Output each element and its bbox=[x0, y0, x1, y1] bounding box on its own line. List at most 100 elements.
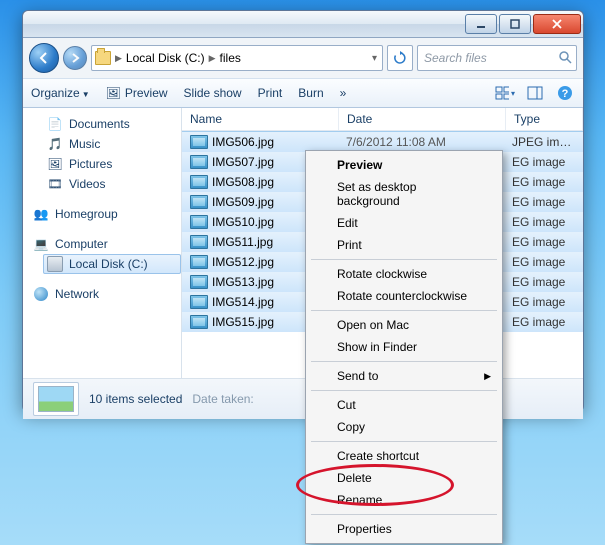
sidebar-item-videos[interactable]: 🎞Videos bbox=[43, 174, 181, 194]
file-date: 7/6/2012 11:08 AM bbox=[338, 135, 504, 149]
file-type: EG image bbox=[504, 215, 583, 229]
ctx-cut[interactable]: Cut bbox=[309, 394, 499, 416]
context-menu: Preview Set as desktop background Edit P… bbox=[305, 150, 503, 544]
sidebar: 📄Documents 🎵Music 🖼Pictures 🎞Videos 👥Hom… bbox=[23, 108, 182, 378]
ctx-separator bbox=[311, 441, 497, 442]
minimize-button[interactable] bbox=[465, 14, 497, 34]
music-icon: 🎵 bbox=[47, 136, 63, 152]
toolbar-overflow[interactable]: » bbox=[340, 86, 347, 100]
image-file-icon bbox=[190, 215, 208, 229]
ctx-create-shortcut[interactable]: Create shortcut bbox=[309, 445, 499, 467]
ctx-rename[interactable]: Rename bbox=[309, 489, 499, 511]
videos-icon: 🎞 bbox=[47, 176, 63, 192]
ctx-delete[interactable]: Delete bbox=[309, 467, 499, 489]
date-taken-label: Date taken: bbox=[192, 392, 253, 406]
ctx-copy[interactable]: Copy bbox=[309, 416, 499, 438]
image-file-icon bbox=[190, 135, 208, 149]
column-header-name[interactable]: Name bbox=[182, 108, 339, 130]
ctx-properties[interactable]: Properties bbox=[309, 518, 499, 540]
search-icon bbox=[558, 50, 572, 67]
nav-forward-button[interactable] bbox=[63, 46, 87, 70]
ctx-rotate-ccw[interactable]: Rotate counterclockwise bbox=[309, 285, 499, 307]
file-name: IMG514.jpg bbox=[212, 295, 274, 309]
column-headers: Name Date Type bbox=[182, 108, 583, 131]
sidebar-item-network[interactable]: Network bbox=[29, 284, 181, 304]
toolbar-slideshow[interactable]: Slide show bbox=[184, 86, 242, 100]
submenu-arrow-icon: ▶ bbox=[484, 371, 491, 382]
image-file-icon bbox=[190, 315, 208, 329]
sidebar-item-documents[interactable]: 📄Documents bbox=[43, 114, 181, 134]
file-name: IMG515.jpg bbox=[212, 315, 274, 329]
file-type: JPEG image bbox=[504, 135, 583, 149]
ctx-separator bbox=[311, 310, 497, 311]
documents-icon: 📄 bbox=[47, 116, 63, 132]
svg-text:?: ? bbox=[562, 88, 569, 100]
preview-pane-button[interactable] bbox=[525, 83, 545, 103]
breadcrumb-seg-disk[interactable]: Local Disk (C:) bbox=[126, 51, 205, 65]
file-row[interactable]: IMG506.jpg7/6/2012 11:08 AMJPEG image bbox=[182, 131, 583, 152]
chevron-right-icon: ▶ bbox=[113, 53, 124, 64]
ctx-separator bbox=[311, 361, 497, 362]
preview-icon: 🖼 bbox=[106, 86, 121, 100]
help-button[interactable]: ? bbox=[555, 83, 575, 103]
address-bar: ▶ Local Disk (C:) ▶ files ▾ bbox=[23, 38, 583, 78]
file-type: EG image bbox=[504, 175, 583, 189]
file-name: IMG509.jpg bbox=[212, 195, 274, 209]
image-file-icon bbox=[190, 275, 208, 289]
ctx-send-to[interactable]: Send to▶ bbox=[309, 365, 499, 387]
image-file-icon bbox=[190, 255, 208, 269]
titlebar bbox=[23, 11, 583, 38]
view-options-button[interactable]: ▾ bbox=[495, 83, 515, 103]
column-header-type[interactable]: Type bbox=[506, 108, 583, 130]
folder-icon bbox=[95, 50, 111, 66]
image-file-icon bbox=[190, 295, 208, 309]
toolbar: Organize▼ 🖼Preview Slide show Print Burn… bbox=[23, 78, 583, 108]
nav-back-button[interactable] bbox=[29, 43, 59, 73]
toolbar-burn[interactable]: Burn bbox=[298, 86, 323, 100]
breadcrumb-seg-folder[interactable]: files bbox=[220, 51, 241, 65]
sidebar-item-music[interactable]: 🎵Music bbox=[43, 134, 181, 154]
ctx-edit[interactable]: Edit bbox=[309, 212, 499, 234]
file-type: EG image bbox=[504, 235, 583, 249]
ctx-show-in-finder[interactable]: Show in Finder bbox=[309, 336, 499, 358]
chevron-down-icon[interactable]: ▾ bbox=[370, 53, 379, 64]
ctx-separator bbox=[311, 514, 497, 515]
ctx-rotate-cw[interactable]: Rotate clockwise bbox=[309, 263, 499, 285]
ctx-set-background[interactable]: Set as desktop background bbox=[309, 176, 499, 212]
breadcrumb[interactable]: ▶ Local Disk (C:) ▶ files ▾ bbox=[91, 45, 383, 71]
file-name: IMG508.jpg bbox=[212, 175, 274, 189]
disk-icon bbox=[47, 256, 63, 272]
file-type: EG image bbox=[504, 315, 583, 329]
maximize-button[interactable] bbox=[499, 14, 531, 34]
ctx-preview[interactable]: Preview bbox=[309, 154, 499, 176]
toolbar-print[interactable]: Print bbox=[258, 86, 283, 100]
image-file-icon bbox=[190, 235, 208, 249]
computer-icon: 💻 bbox=[33, 236, 49, 252]
file-name: IMG510.jpg bbox=[212, 215, 274, 229]
ctx-print[interactable]: Print bbox=[309, 234, 499, 256]
file-type: EG image bbox=[504, 295, 583, 309]
file-name: IMG511.jpg bbox=[212, 235, 273, 249]
sidebar-item-computer[interactable]: 💻Computer bbox=[29, 234, 181, 254]
file-name: IMG513.jpg bbox=[212, 275, 274, 289]
image-file-icon bbox=[190, 195, 208, 209]
close-button[interactable] bbox=[533, 14, 581, 34]
thumbnail-icon bbox=[33, 382, 79, 416]
sidebar-item-pictures[interactable]: 🖼Pictures bbox=[43, 154, 181, 174]
sidebar-item-homegroup[interactable]: 👥Homegroup bbox=[29, 204, 181, 224]
search-input[interactable] bbox=[422, 50, 554, 66]
ctx-open-on-mac[interactable]: Open on Mac bbox=[309, 314, 499, 336]
homegroup-icon: 👥 bbox=[33, 206, 49, 222]
search-box[interactable] bbox=[417, 45, 577, 71]
image-file-icon bbox=[190, 175, 208, 189]
pictures-icon: 🖼 bbox=[47, 156, 63, 172]
sidebar-item-local-disk[interactable]: Local Disk (C:) bbox=[43, 254, 181, 274]
file-name: IMG507.jpg bbox=[212, 155, 274, 169]
refresh-button[interactable] bbox=[387, 45, 413, 71]
file-type: EG image bbox=[504, 195, 583, 209]
toolbar-organize[interactable]: Organize▼ bbox=[31, 86, 90, 100]
toolbar-preview[interactable]: 🖼Preview bbox=[106, 86, 168, 100]
ctx-separator bbox=[311, 259, 497, 260]
selection-count: 10 items selected bbox=[89, 392, 182, 406]
column-header-date[interactable]: Date bbox=[339, 108, 506, 130]
